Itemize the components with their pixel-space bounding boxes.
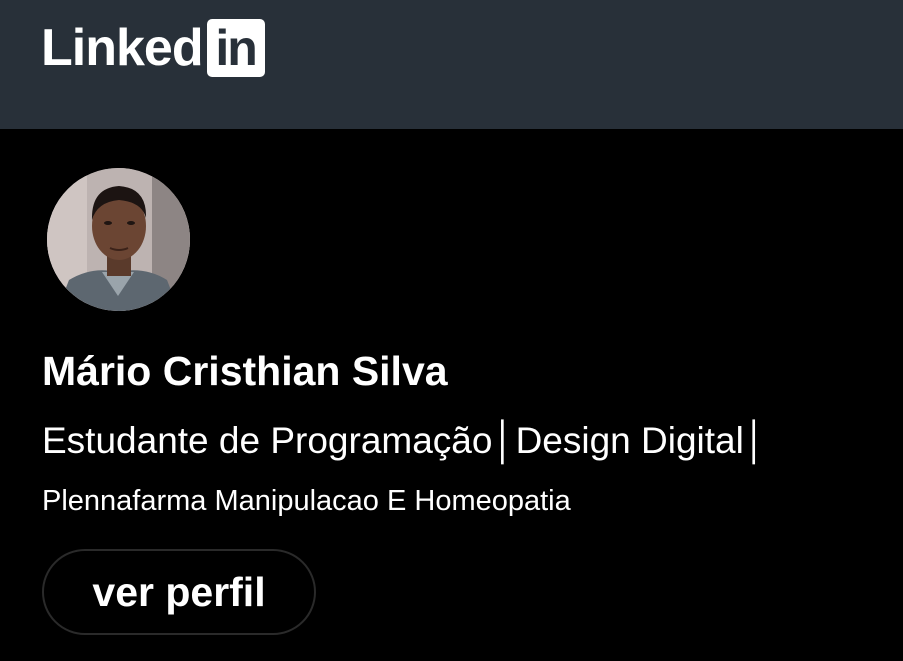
profile-name[interactable]: Mário Cristhian Silva [42,347,448,395]
avatar-photo [47,168,190,311]
profile-company[interactable]: Plennafarma Manipulacao E Homeopatia [42,483,571,519]
linkedin-logo[interactable]: Linked in [41,18,265,78]
linkedin-profile-badge: Linked in Mário Cristhian Silva Estudant… [0,0,903,661]
view-profile-button[interactable]: ver perfil [42,549,316,635]
avatar[interactable] [47,168,190,311]
logo-in-box: in [206,19,265,77]
profile-headline: Estudante de Programação│Design Digital│ [42,420,767,461]
logo-wordmark: Linked [41,19,204,77]
badge-header: Linked in [0,0,903,129]
